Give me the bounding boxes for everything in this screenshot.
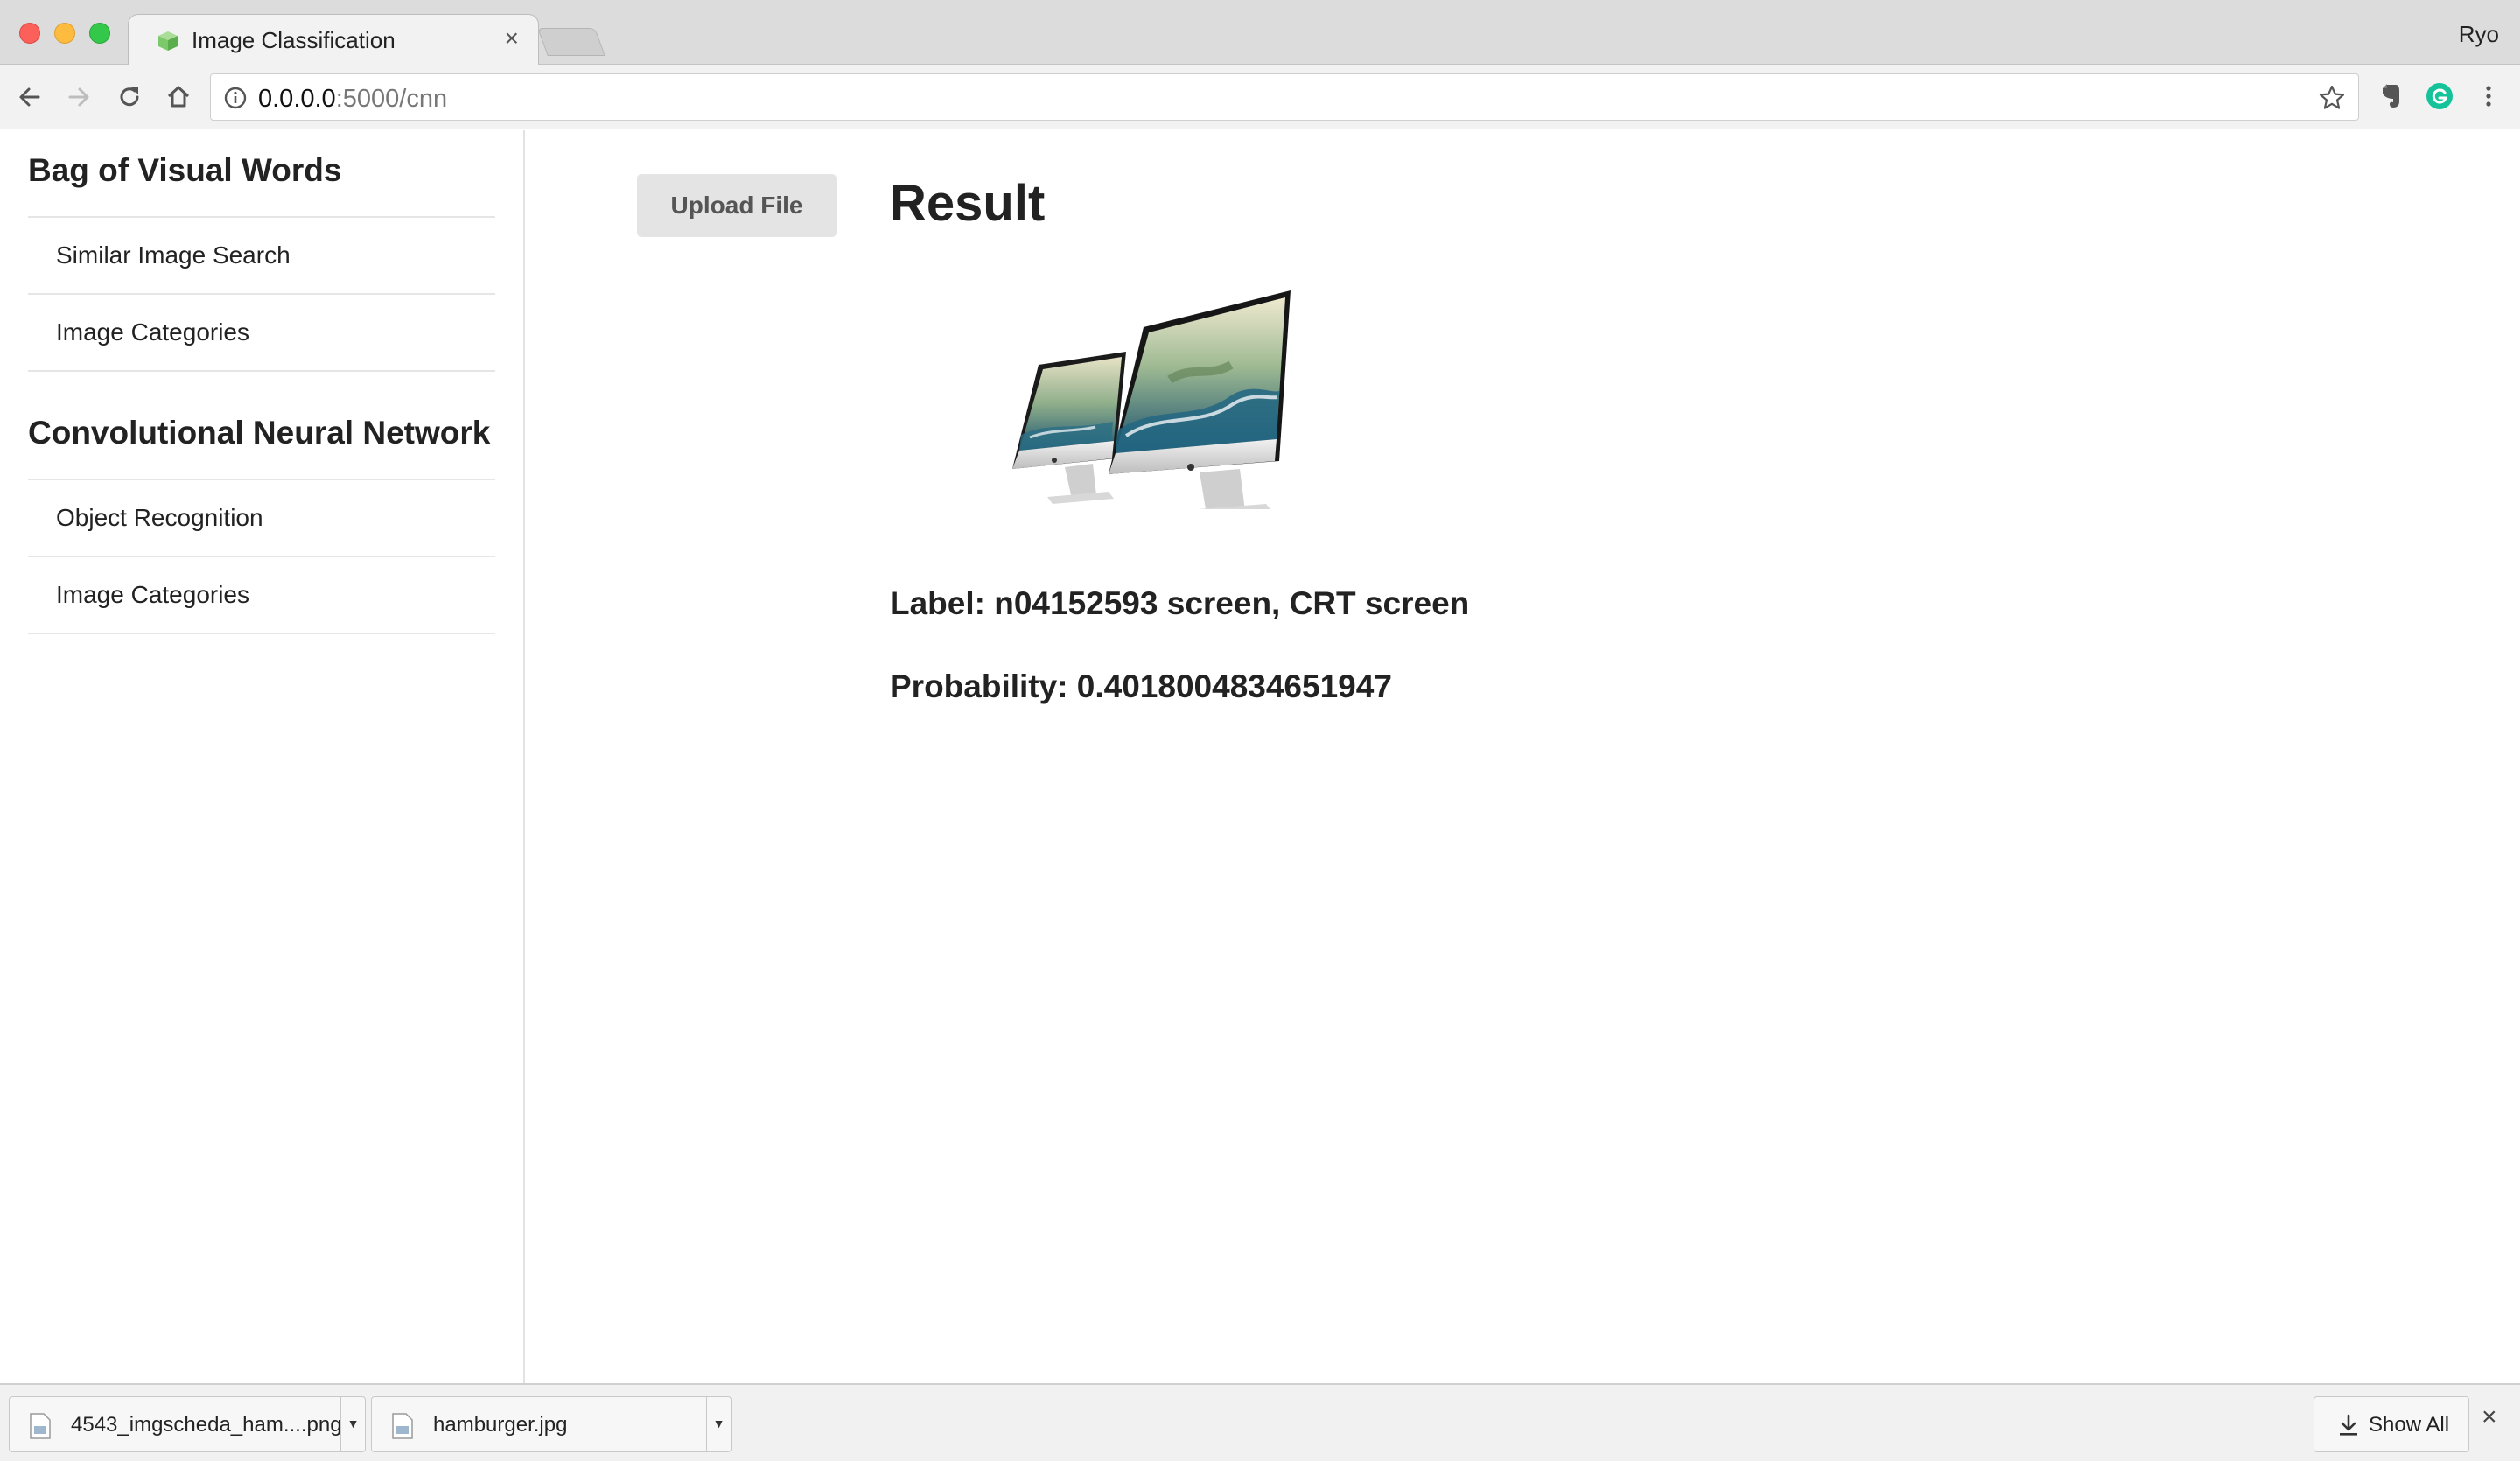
nav-list-cnn: Object Recognition Image Categories bbox=[28, 479, 495, 634]
close-shelf-button[interactable]: × bbox=[2482, 1404, 2497, 1430]
browser-toolbar: 0.0.0.0:5000/cnn bbox=[0, 65, 2520, 129]
evernote-icon[interactable] bbox=[2375, 80, 2406, 112]
sidebar-item-bovw-image-categories[interactable]: Image Categories bbox=[28, 295, 495, 372]
download-item[interactable]: hamburger.jpg ▼ bbox=[371, 1396, 732, 1452]
download-item[interactable]: 4543_imgscheda_ham....png ▼ bbox=[9, 1396, 366, 1452]
url-path: :5000/cnn bbox=[335, 85, 448, 113]
image-file-icon bbox=[392, 1413, 413, 1439]
download-shelf: 4543_imgscheda_ham....png ▼ hamburger.jp… bbox=[0, 1383, 2520, 1461]
result-label: Label: n04152593 screen, CRT screen bbox=[890, 585, 1470, 621]
main-content: Upload File Result Label: n04152593 scre… bbox=[527, 130, 2520, 1383]
more-menu-icon[interactable] bbox=[2473, 80, 2504, 112]
bookmark-star-icon[interactable] bbox=[2318, 84, 2346, 112]
section-heading-cnn: Convolutional Neural Network bbox=[28, 415, 491, 451]
browser-tab-active[interactable]: Image Classification × bbox=[128, 14, 539, 66]
tab-title: Image Classification bbox=[192, 27, 396, 53]
minimize-window-button[interactable] bbox=[54, 23, 75, 44]
back-arrow-icon[interactable] bbox=[12, 80, 47, 115]
upload-file-button[interactable]: Upload File bbox=[637, 174, 836, 237]
close-window-button[interactable] bbox=[19, 23, 40, 44]
section-heading-bovw: Bag of Visual Words bbox=[28, 152, 342, 188]
sidebar-item-label: Image Categories bbox=[56, 581, 250, 608]
zoom-window-button[interactable] bbox=[89, 23, 110, 44]
url-host: 0.0.0.0 bbox=[258, 85, 336, 113]
new-tab-button[interactable] bbox=[537, 28, 606, 56]
profile-name[interactable]: Ryo bbox=[2459, 21, 2499, 48]
show-all-downloads-button[interactable]: Show All bbox=[2314, 1396, 2469, 1452]
url-text[interactable]: 0.0.0.0:5000/cnn bbox=[258, 85, 447, 114]
download-filename: hamburger.jpg bbox=[433, 1413, 568, 1437]
chevron-down-icon[interactable]: ▼ bbox=[706, 1397, 731, 1451]
info-icon[interactable] bbox=[223, 86, 248, 110]
tab-close-button[interactable]: × bbox=[505, 25, 519, 52]
sidebar-item-label: Object Recognition bbox=[56, 504, 263, 531]
result-probability: Probability: 0.4018004834651947 bbox=[890, 668, 1392, 704]
forward-arrow-icon[interactable] bbox=[61, 80, 96, 115]
result-image-imac bbox=[1012, 290, 1291, 509]
download-icon bbox=[2340, 1414, 2357, 1436]
sidebar: Bag of Visual Words Similar Image Search… bbox=[0, 130, 525, 1383]
browser-titlebar: Image Classification × Ryo bbox=[0, 0, 2520, 66]
nav-list-bovw: Similar Image Search Image Categories bbox=[28, 216, 495, 372]
show-all-label: Show All bbox=[2369, 1413, 2450, 1437]
sidebar-item-similar-image-search[interactable]: Similar Image Search bbox=[28, 218, 495, 295]
grammarly-icon[interactable] bbox=[2424, 80, 2455, 112]
download-filename: 4543_imgscheda_ham....png bbox=[71, 1413, 342, 1437]
cube-icon bbox=[158, 31, 178, 51]
sidebar-item-label: Similar Image Search bbox=[56, 241, 290, 269]
address-bar[interactable]: 0.0.0.0:5000/cnn bbox=[210, 73, 2359, 121]
reload-icon[interactable] bbox=[112, 80, 147, 115]
sidebar-item-object-recognition[interactable]: Object Recognition bbox=[28, 480, 495, 557]
home-icon[interactable] bbox=[161, 80, 196, 115]
sidebar-item-cnn-image-categories[interactable]: Image Categories bbox=[28, 557, 495, 634]
chevron-down-icon[interactable]: ▼ bbox=[340, 1397, 365, 1451]
sidebar-item-label: Image Categories bbox=[56, 318, 250, 346]
result-title: Result bbox=[890, 175, 1046, 232]
image-file-icon bbox=[30, 1413, 51, 1439]
